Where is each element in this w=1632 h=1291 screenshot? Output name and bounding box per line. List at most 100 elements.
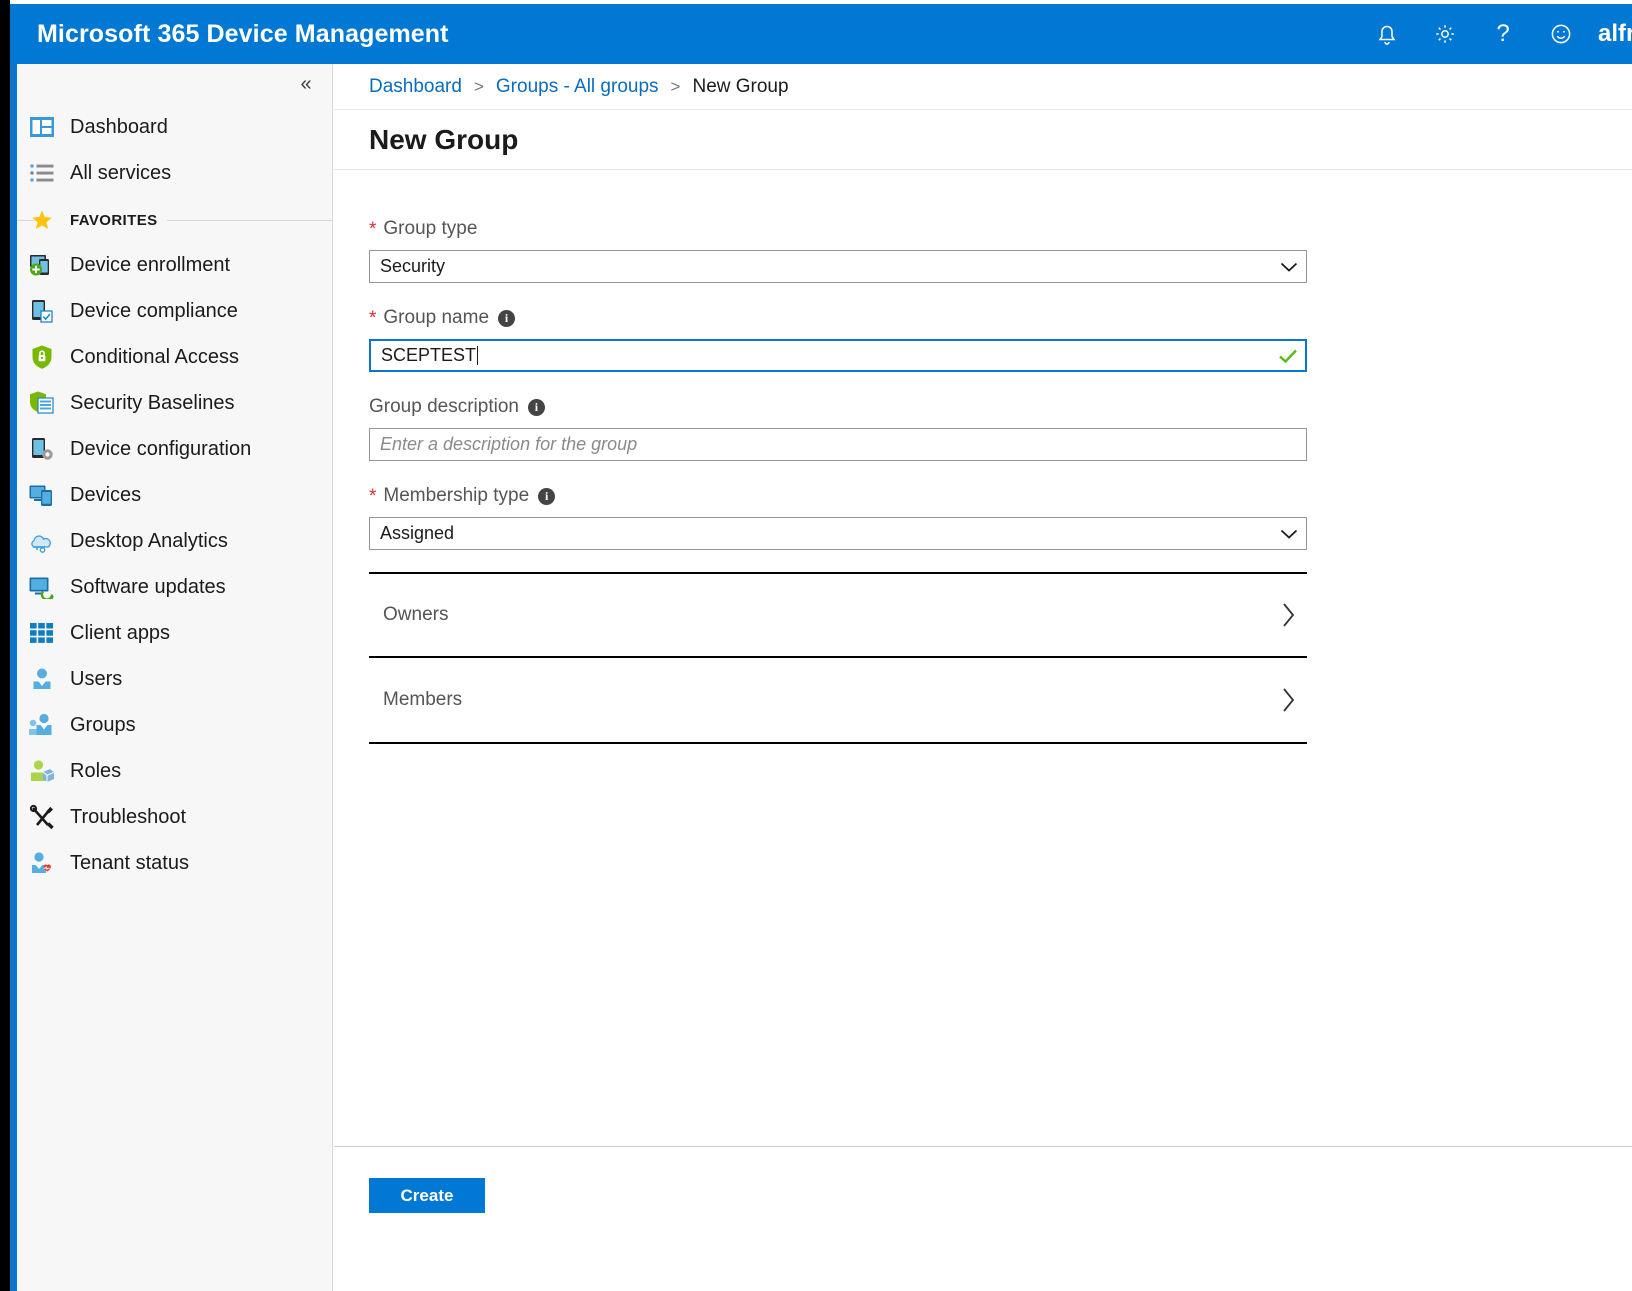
sidebar-item-all-services[interactable]: All services xyxy=(17,150,332,196)
roles-icon xyxy=(27,756,57,786)
group-description-label-row: Group description i xyxy=(369,394,1309,420)
devices-icon xyxy=(27,480,57,510)
group-description-input[interactable]: Enter a description for the group xyxy=(369,428,1307,461)
group-membership-sections: Owners Members xyxy=(369,572,1307,744)
dashboard-icon xyxy=(27,112,57,142)
device-enrollment-icon xyxy=(27,250,57,280)
membership-type-select[interactable]: Assigned xyxy=(369,517,1307,550)
notifications-bell-icon[interactable] xyxy=(1358,4,1416,64)
field-group-type: * Group type Security xyxy=(369,216,1309,283)
group-name-input[interactable]: SCEPTEST xyxy=(369,339,1307,372)
top-header-bar: Microsoft 365 Device Management ? xyxy=(10,4,1632,64)
field-group-name: * Group name i SCEPTEST xyxy=(369,305,1309,372)
info-icon[interactable]: i xyxy=(538,488,555,505)
sidebar-item-label: Troubleshoot xyxy=(70,806,186,829)
chevron-down-icon[interactable] xyxy=(1272,261,1306,273)
sidebar-item-label: Desktop Analytics xyxy=(70,530,228,553)
sidebar-item-label: Security Baselines xyxy=(70,392,235,415)
membership-type-label-row: * Membership type i xyxy=(369,483,1309,509)
create-button[interactable]: Create xyxy=(369,1178,485,1213)
sidebar-item-label: Device configuration xyxy=(70,438,251,461)
settings-gear-icon[interactable] xyxy=(1416,4,1474,64)
device-configuration-icon xyxy=(27,434,57,464)
validation-check-icon xyxy=(1271,348,1305,364)
user-account-name[interactable]: alfr xyxy=(1598,20,1632,48)
sidebar-item-label: Device compliance xyxy=(70,300,238,323)
breadcrumb-separator: > xyxy=(474,77,484,97)
sidebar-item-label: Users xyxy=(70,668,122,691)
all-services-list-icon xyxy=(27,158,57,188)
feedback-smiley-icon[interactable] xyxy=(1532,4,1590,64)
chevron-right-icon[interactable] xyxy=(1281,601,1297,629)
favorites-label: FAVORITES xyxy=(70,212,166,229)
sidebar-item-label: Groups xyxy=(70,714,136,737)
sidebar-item-conditional-access[interactable]: Conditional Access xyxy=(17,334,332,380)
text-caret xyxy=(477,346,478,365)
sidebar-item-software-updates[interactable]: Software updates xyxy=(17,564,332,610)
group-name-value: SCEPTEST xyxy=(371,345,1271,366)
sidebar-item-label: Conditional Access xyxy=(70,346,239,369)
sidebar-item-label: Roles xyxy=(70,760,121,783)
divider-right xyxy=(167,220,332,221)
window-left-edge xyxy=(0,0,10,1291)
desktop-analytics-icon xyxy=(27,526,57,556)
owners-label: Owners xyxy=(383,604,448,626)
required-asterisk: * xyxy=(369,487,376,506)
sidebar-item-desktop-analytics[interactable]: Desktop Analytics xyxy=(17,518,332,564)
sidebar-item-security-baselines[interactable]: Security Baselines xyxy=(17,380,332,426)
app-root: Microsoft 365 Device Management ? xyxy=(0,0,1632,1291)
sidebar-item-users[interactable]: Users xyxy=(17,656,332,702)
info-icon[interactable]: i xyxy=(498,310,515,327)
form-footer: Create xyxy=(334,1146,1632,1291)
main-content-panel: Dashboard > Groups - All groups > New Gr… xyxy=(334,64,1632,1291)
required-asterisk: * xyxy=(369,220,376,239)
field-membership-type: * Membership type i Assigned xyxy=(369,483,1309,550)
members-label: Members xyxy=(383,689,462,711)
collapse-chevrons-icon[interactable]: « xyxy=(292,70,320,98)
members-section-row[interactable]: Members xyxy=(369,658,1307,744)
group-type-select[interactable]: Security xyxy=(369,250,1307,283)
info-icon[interactable]: i xyxy=(528,399,545,416)
group-type-label: Group type xyxy=(383,218,477,240)
groups-people-icon xyxy=(27,710,57,740)
client-apps-grid-icon xyxy=(27,618,57,648)
sidebar-item-groups[interactable]: Groups xyxy=(17,702,332,748)
sidebar-navigation: « Dashboard xyxy=(17,64,333,1291)
page-title: New Group xyxy=(369,124,518,156)
security-baselines-icon xyxy=(27,388,57,418)
app-title: Microsoft 365 Device Management xyxy=(37,20,449,49)
chevron-down-icon[interactable] xyxy=(1272,528,1306,540)
group-type-value: Security xyxy=(370,256,1272,277)
svg-text:?: ? xyxy=(1496,21,1509,47)
sidebar-item-dashboard[interactable]: Dashboard xyxy=(17,104,332,150)
field-group-description: Group description i Enter a description … xyxy=(369,394,1309,461)
breadcrumb: Dashboard > Groups - All groups > New Gr… xyxy=(334,64,1632,110)
sidebar-item-device-configuration[interactable]: Device configuration xyxy=(17,426,332,472)
required-asterisk: * xyxy=(369,309,376,328)
sidebar-item-label: Dashboard xyxy=(70,116,168,139)
sidebar-item-label: Tenant status xyxy=(70,852,189,875)
troubleshoot-tools-icon xyxy=(27,802,57,832)
breadcrumb-item-groups-all-groups[interactable]: Groups - All groups xyxy=(496,76,659,98)
group-description-label: Group description xyxy=(369,396,519,418)
new-group-form: * Group type Security * Group name i xyxy=(334,170,1632,744)
sidebar-item-label: All services xyxy=(70,162,171,185)
breadcrumb-item-dashboard[interactable]: Dashboard xyxy=(369,76,462,98)
sidebar-item-device-compliance[interactable]: Device compliance xyxy=(17,288,332,334)
sidebar-item-client-apps[interactable]: Client apps xyxy=(17,610,332,656)
sidebar-item-roles[interactable]: Roles xyxy=(17,748,332,794)
sidebar-item-devices[interactable]: Devices xyxy=(17,472,332,518)
breadcrumb-item-current: New Group xyxy=(692,76,788,98)
group-name-label-row: * Group name i xyxy=(369,305,1309,331)
sidebar-item-device-enrollment[interactable]: Device enrollment xyxy=(17,242,332,288)
sidebar-item-troubleshoot[interactable]: Troubleshoot xyxy=(17,794,332,840)
help-question-icon[interactable]: ? xyxy=(1474,4,1532,64)
group-name-label: Group name xyxy=(383,307,489,329)
owners-section-row[interactable]: Owners xyxy=(369,572,1307,658)
software-updates-icon xyxy=(27,572,57,602)
page-header: New Group xyxy=(334,110,1632,170)
chevron-right-icon[interactable] xyxy=(1281,686,1297,714)
sidebar-collapse-row: « xyxy=(17,64,332,104)
sidebar-item-tenant-status[interactable]: Tenant status xyxy=(17,840,332,886)
group-type-label-row: * Group type xyxy=(369,216,1309,242)
